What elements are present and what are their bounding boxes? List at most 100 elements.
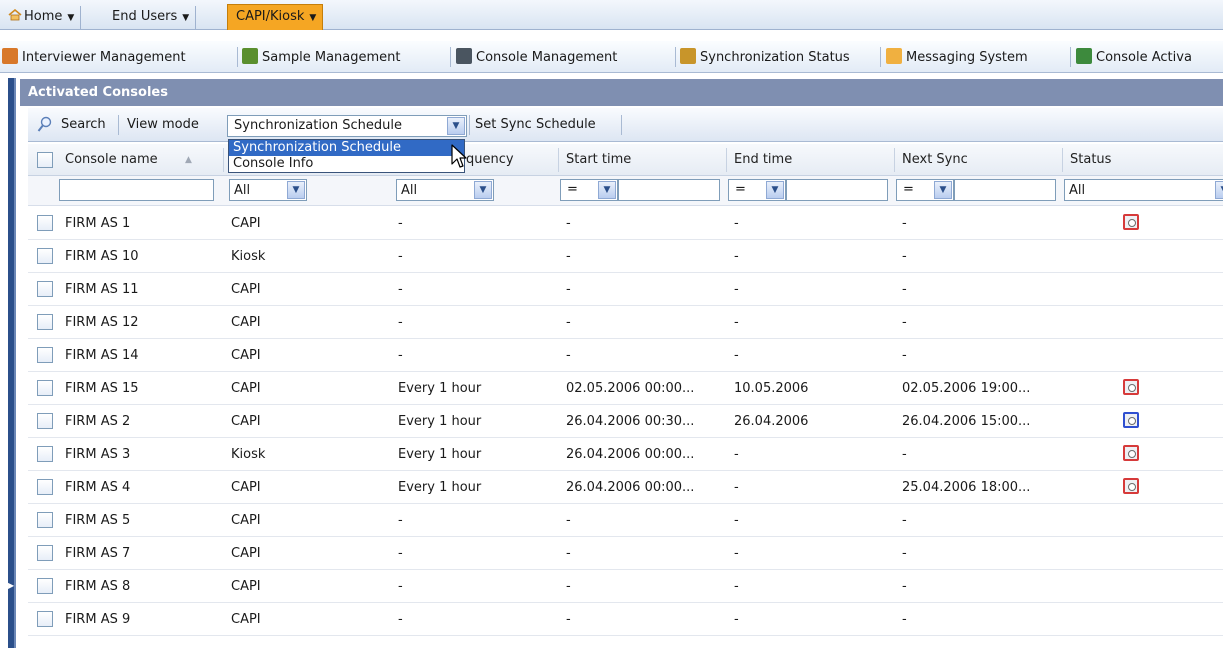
module-console-management[interactable]: Console Management — [456, 48, 617, 68]
table-row[interactable]: FIRM AS 14 CAPI - - - - — [28, 339, 1223, 372]
row-checkbox[interactable] — [37, 446, 53, 462]
view-mode-dropdown-list: Synchronization Schedule Console Info — [228, 139, 465, 173]
sync-status-icon[interactable] — [1123, 379, 1139, 395]
cell-next: - — [902, 612, 907, 627]
chevron-down-icon[interactable]: ▼ — [309, 13, 316, 23]
row-checkbox[interactable] — [37, 314, 53, 330]
table-row[interactable]: FIRM AS 7 CAPI - - - - — [28, 537, 1223, 570]
row-checkbox[interactable] — [37, 281, 53, 297]
tab-capi-kiosk[interactable]: CAPI/Kiosk ▼ — [227, 4, 324, 30]
module-toolbar: Interviewer Management Sample Management… — [0, 41, 1223, 73]
frequency-filter-select[interactable]: All ▼ — [396, 179, 494, 201]
column-header-end-time[interactable]: End time — [734, 152, 792, 167]
type-filter-select[interactable]: All ▼ — [229, 179, 307, 201]
status-filter-select[interactable]: All ▼ — [1064, 179, 1223, 201]
start-time-operator-select[interactable]: = ▼ — [560, 179, 618, 201]
table-row[interactable]: FIRM AS 8 CAPI - - - - — [28, 570, 1223, 603]
chevron-down-icon[interactable]: ▼ — [447, 117, 465, 135]
row-checkbox[interactable] — [37, 479, 53, 495]
module-sample-management[interactable]: Sample Management — [242, 48, 401, 68]
next-sync-operator-select[interactable]: = ▼ — [896, 179, 954, 201]
console-name-filter-input[interactable] — [59, 179, 214, 201]
sync-status-icon[interactable] — [1123, 412, 1139, 428]
cell-name: FIRM AS 11 — [65, 282, 139, 297]
table-row[interactable]: FIRM AS 4 CAPI Every 1 hour 26.04.2006 00:0… — [28, 471, 1223, 504]
select-all-checkbox[interactable] — [37, 152, 53, 168]
tab-end-users[interactable]: End Users ▼ — [104, 6, 197, 30]
column-header-console-name[interactable]: Console name — [65, 152, 158, 167]
status-filter-value: All — [1069, 183, 1086, 198]
module-label: Sample Management — [262, 50, 401, 65]
dropdown-option-synchronization-schedule[interactable]: Synchronization Schedule — [229, 140, 464, 156]
column-header-next-sync[interactable]: Next Sync — [902, 152, 968, 167]
start-time-filter-input[interactable] — [618, 179, 720, 201]
cell-end: - — [734, 348, 739, 363]
cell-name: FIRM AS 10 — [65, 249, 139, 264]
cell-name: FIRM AS 12 — [65, 315, 139, 330]
cell-frequency: - — [398, 513, 403, 528]
row-checkbox[interactable] — [37, 578, 53, 594]
table-row[interactable]: FIRM AS 5 CAPI - - - - — [28, 504, 1223, 537]
cell-next: - — [902, 216, 907, 231]
cell-end: - — [734, 282, 739, 297]
table-row[interactable]: FIRM AS 15 CAPI Every 1 hour 02.05.2006 00:… — [28, 372, 1223, 405]
tab-home[interactable]: Home ▼ — [0, 6, 82, 30]
row-checkbox[interactable] — [37, 380, 53, 396]
module-messaging-system[interactable]: Messaging System — [886, 48, 1028, 68]
search-icon[interactable] — [37, 116, 53, 134]
sync-status-icon[interactable] — [1123, 214, 1139, 230]
view-mode-select[interactable]: Synchronization Schedule ▼ — [227, 115, 467, 137]
row-checkbox[interactable] — [37, 545, 53, 561]
table-row[interactable]: FIRM AS 11 CAPI - - - - — [28, 273, 1223, 306]
sync-status-icon[interactable] — [1123, 445, 1139, 461]
chevron-down-icon[interactable]: ▼ — [287, 181, 305, 199]
row-checkbox[interactable] — [37, 248, 53, 264]
row-checkbox[interactable] — [37, 512, 53, 528]
row-checkbox[interactable] — [37, 413, 53, 429]
chevron-down-icon[interactable]: ▼ — [474, 181, 492, 199]
end-time-operator-select[interactable]: = ▼ — [728, 179, 786, 201]
column-header-status[interactable]: Status — [1070, 152, 1111, 167]
chevron-down-icon[interactable]: ▼ — [67, 13, 74, 23]
search-button[interactable]: Search — [61, 117, 106, 132]
table-row[interactable]: FIRM AS 3 Kiosk Every 1 hour 26.04.2006 00:… — [28, 438, 1223, 471]
cell-start: - — [566, 612, 571, 627]
module-label: Messaging System — [906, 50, 1028, 65]
module-console-activation[interactable]: Console Activa — [1076, 48, 1192, 68]
chevron-down-icon[interactable]: ▼ — [182, 13, 189, 23]
module-label: Interviewer Management — [22, 50, 186, 65]
chevron-down-icon[interactable]: ▼ — [598, 181, 616, 199]
next-sync-filter-input[interactable] — [954, 179, 1056, 201]
row-checkbox[interactable] — [37, 611, 53, 627]
chevron-down-icon[interactable]: ▼ — [1215, 181, 1223, 199]
sync-status-icon[interactable] — [1123, 478, 1139, 494]
grid-body: FIRM AS 1 CAPI - - - - FIRM AS 10 Kiosk - - - - FIRM… — [28, 207, 1223, 636]
end-time-filter-input[interactable] — [786, 179, 888, 201]
cell-end: 26.04.2006 — [734, 414, 809, 429]
dropdown-option-console-info[interactable]: Console Info — [229, 156, 464, 172]
cell-frequency: - — [398, 315, 403, 330]
expand-arrow-icon[interactable]: ▶ — [8, 566, 14, 606]
column-header-frequency[interactable]: quency — [466, 152, 514, 167]
table-row[interactable]: FIRM AS 2 CAPI Every 1 hour 26.04.2006 00:3… — [28, 405, 1223, 438]
row-checkbox[interactable] — [37, 215, 53, 231]
cell-frequency: Every 1 hour — [398, 381, 482, 396]
chevron-down-icon[interactable]: ▼ — [934, 181, 952, 199]
table-row[interactable]: FIRM AS 10 Kiosk - - - - — [28, 240, 1223, 273]
module-label: Console Activa — [1096, 50, 1192, 65]
set-sync-schedule-button[interactable]: Set Sync Schedule — [475, 117, 596, 132]
cell-next: 25.04.2006 18:00... — [902, 480, 1031, 495]
cell-frequency: Every 1 hour — [398, 414, 482, 429]
end-operator-value: = — [735, 182, 746, 197]
type-filter-value: All — [234, 183, 251, 198]
module-interviewer-management[interactable]: Interviewer Management — [2, 48, 186, 68]
column-header-start-time[interactable]: Start time — [566, 152, 631, 167]
module-synchronization-status[interactable]: Synchronization Status — [680, 48, 850, 68]
table-row[interactable]: FIRM AS 1 CAPI - - - - — [28, 207, 1223, 240]
sort-asc-icon: ▲ — [185, 155, 192, 165]
filter-row: All ▼ All ▼ = ▼ = ▼ = ▼ All ▼ — [28, 176, 1223, 206]
table-row[interactable]: FIRM AS 9 CAPI - - - - — [28, 603, 1223, 636]
table-row[interactable]: FIRM AS 12 CAPI - - - - — [28, 306, 1223, 339]
chevron-down-icon[interactable]: ▼ — [766, 181, 784, 199]
row-checkbox[interactable] — [37, 347, 53, 363]
